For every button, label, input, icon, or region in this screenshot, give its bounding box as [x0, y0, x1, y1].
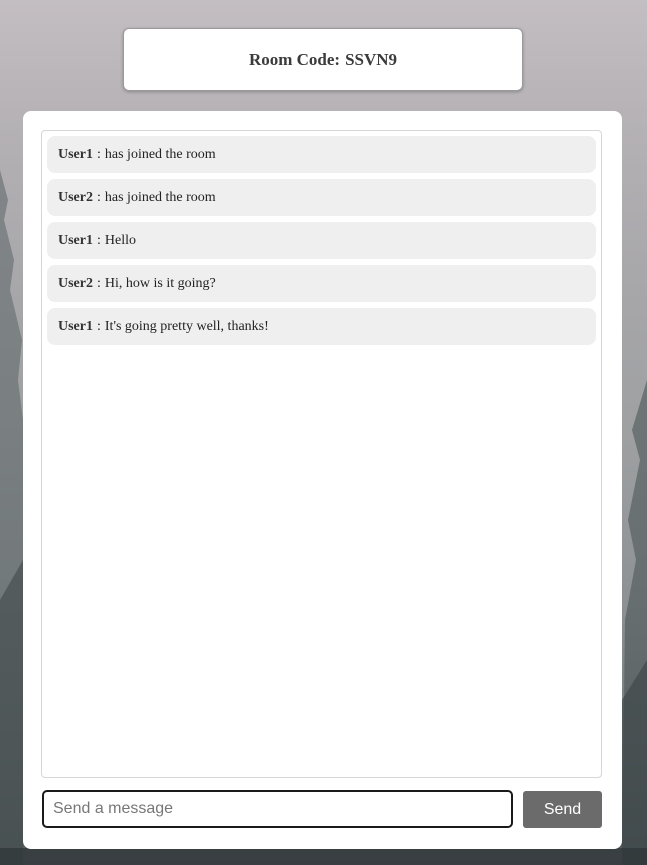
message-username: User2 [58, 275, 93, 291]
message-username: User1 [58, 318, 93, 334]
message-separator: : [97, 189, 101, 205]
message-list[interactable]: User1: has joined the room User2: has joine… [41, 130, 602, 778]
message-item: User1: It's going pretty well, thanks! [47, 308, 596, 345]
chat-panel: User1: has joined the room User2: has joine… [23, 111, 622, 849]
message-text: has joined the room [104, 189, 216, 205]
message-text: has joined the room [104, 146, 216, 162]
room-code-box: Room Code: SSVN9 [123, 28, 523, 91]
message-item: User1: Hello [47, 222, 596, 259]
message-composer: Send [42, 790, 603, 830]
message-separator: : [97, 146, 101, 162]
send-button[interactable]: Send [523, 791, 602, 828]
message-separator: : [97, 232, 101, 248]
message-input[interactable] [42, 790, 513, 828]
message-separator: : [97, 275, 101, 291]
message-item: User2: Hi, how is it going? [47, 265, 596, 302]
message-username: User2 [58, 189, 93, 205]
message-username: User1 [58, 146, 93, 162]
message-text: It's going pretty well, thanks! [104, 318, 269, 334]
room-code-label: Room Code: [248, 49, 341, 69]
room-code-value: SSVN9 [345, 49, 398, 69]
message-item: User1: has joined the room [47, 136, 596, 173]
message-item: User2: has joined the room [47, 179, 596, 216]
message-text: Hello [104, 232, 136, 248]
message-username: User1 [58, 232, 93, 248]
message-separator: : [97, 318, 101, 334]
message-text: Hi, how is it going? [104, 275, 216, 291]
